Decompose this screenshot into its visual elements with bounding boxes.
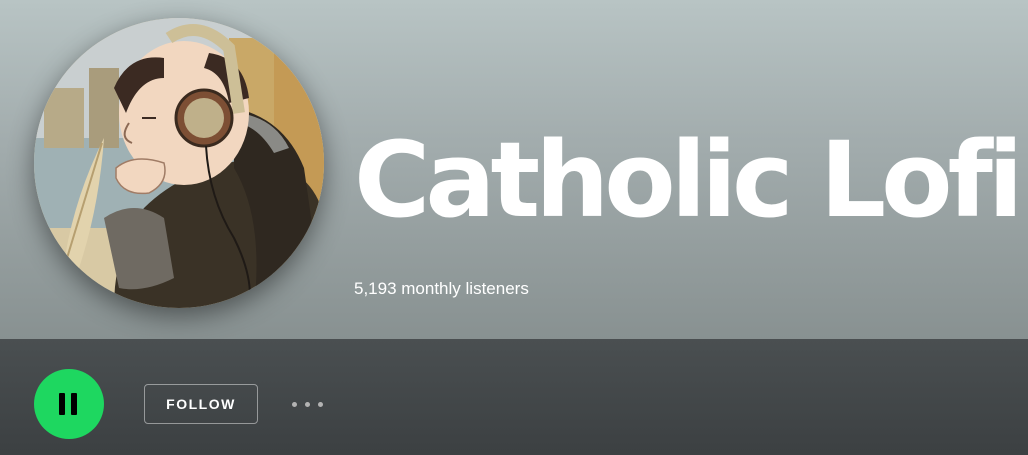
more-options-button[interactable] bbox=[286, 391, 330, 417]
artist-name: Catholic Lofi bbox=[354, 119, 1023, 241]
pause-icon bbox=[59, 393, 79, 415]
avatar-illustration bbox=[34, 18, 324, 308]
play-pause-button[interactable] bbox=[34, 369, 104, 439]
action-bar: FOLLOW bbox=[0, 339, 1028, 455]
artist-avatar bbox=[34, 18, 324, 308]
follow-button[interactable]: FOLLOW bbox=[144, 384, 258, 424]
monthly-listeners: 5,193 monthly listeners bbox=[354, 279, 529, 298]
artist-header: Catholic Lofi 5,193 monthly listeners bbox=[0, 0, 1028, 339]
artist-page: Catholic Lofi 5,193 monthly listeners FO… bbox=[0, 0, 1028, 455]
